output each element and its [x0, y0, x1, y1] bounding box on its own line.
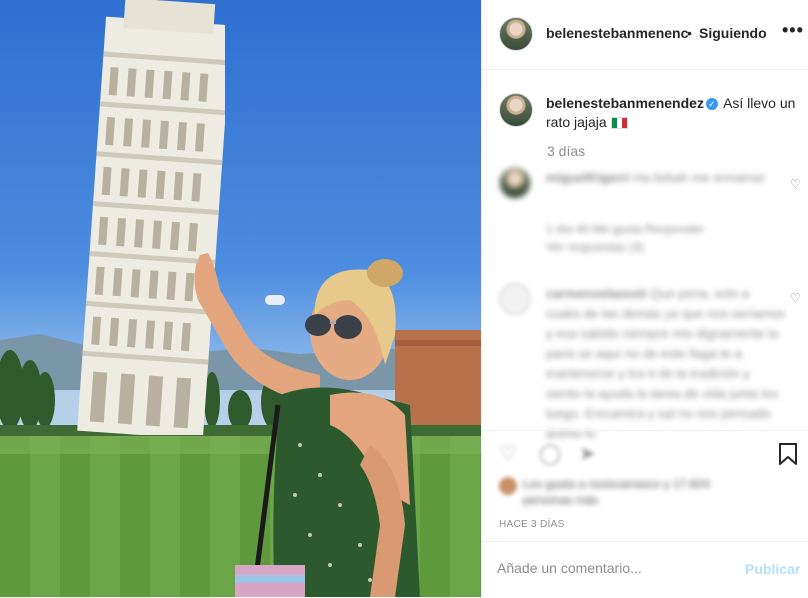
comment-input[interactable] — [497, 560, 717, 576]
comment: carmenvelazesti Que pena, solo a cuaks d… — [546, 284, 786, 444]
action-bar: ♡ ◯ ➤ — [482, 430, 808, 471]
comment: miguelfrigerri Ha liebah me ennamar — [546, 169, 776, 187]
share-icon[interactable]: ➤ — [579, 441, 601, 465]
comment-meta-line[interactable]: 1 día 40 Me gusta Responder — [546, 220, 776, 238]
comment-username[interactable]: carmenvelazesti — [546, 286, 646, 301]
avatar[interactable] — [499, 17, 533, 51]
comment-meta: 1 día 40 Me gusta Responder Ver respuest… — [546, 220, 776, 256]
likes-count[interactable]: Les gusta a rociocarrasco y 17.824 perso… — [499, 476, 743, 508]
post-header: belenestebanmenenc • Siguiendo ••• — [482, 0, 808, 70]
add-comment-bar: Publicar — [482, 541, 808, 598]
caption-time: 3 días — [547, 143, 586, 159]
heart-icon[interactable]: ♡ — [790, 291, 801, 305]
post-timestamp: HACE 3 DÍAS — [499, 519, 565, 530]
comment-text: Que pena, solo a cuaks de las demás ya q… — [546, 286, 786, 441]
separator-dot: • — [687, 25, 692, 41]
view-replies[interactable]: Ver respuestas (4) — [546, 238, 776, 256]
publish-button[interactable]: Publicar — [745, 561, 800, 577]
caption-avatar[interactable] — [499, 93, 533, 127]
following-button[interactable]: Siguiendo — [699, 25, 767, 41]
caption-username[interactable]: belenestebanmenendez — [546, 95, 704, 111]
verified-icon: ✓ — [705, 98, 718, 111]
comment-avatar[interactable] — [499, 167, 531, 199]
bookmark-icon[interactable] — [779, 443, 797, 465]
comment-avatar[interactable] — [499, 283, 531, 315]
more-options-icon[interactable]: ••• — [782, 20, 804, 41]
comment-text: Ha liebah me ennamar — [633, 170, 765, 185]
post-details-panel: belenestebanmenenc • Siguiendo ••• belen… — [481, 0, 808, 597]
like-icon[interactable]: ♡ — [499, 441, 521, 465]
header-username[interactable]: belenestebanmenenc — [546, 25, 688, 41]
post-photo[interactable] — [0, 0, 481, 597]
comment-username[interactable]: miguelfrigerri — [546, 170, 630, 185]
comment-icon[interactable]: ◯ — [539, 441, 561, 465]
caption: belenestebanmenendez ✓ Así llevo un rato … — [546, 94, 804, 132]
italy-flag-icon — [610, 117, 628, 130]
heart-icon[interactable]: ♡ — [790, 177, 801, 191]
woman-figure — [194, 253, 420, 597]
